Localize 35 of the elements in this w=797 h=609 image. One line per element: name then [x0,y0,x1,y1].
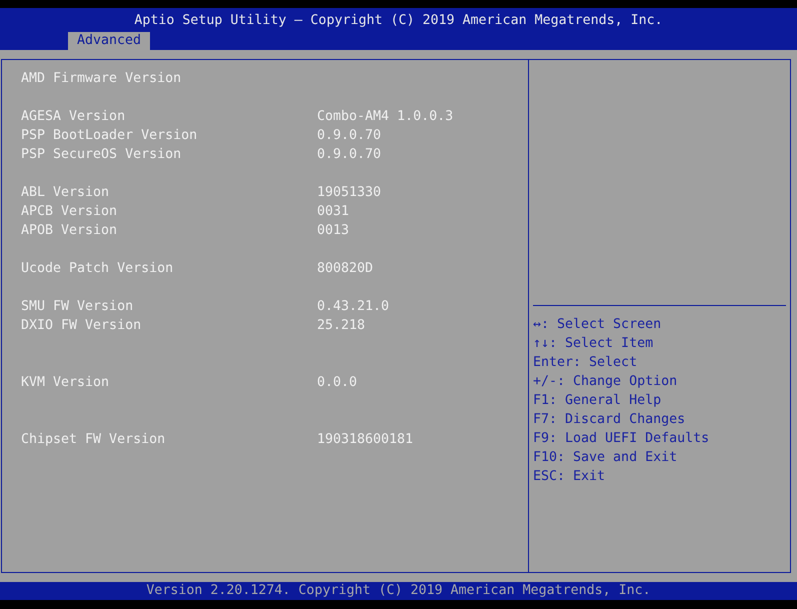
tab[interactable]: Advanced [68,32,150,50]
setting-label: ABL Version [21,184,110,202]
help-text: F10: Save and Exit [533,449,678,467]
setting-value: 19051330 [317,184,382,202]
help-text: F9: Load UEFI Defaults [533,430,710,448]
setting-value: 0.43.21.0 [317,298,390,316]
setting-label: KVM Version [21,374,110,392]
setting-label: Ucode Patch Version [21,260,174,278]
setting-value: 0031 [317,203,350,221]
setting-label: APCB Version [21,203,118,221]
window-title: Aptio Setup Utility – Copyright (C) 2019 American Megatrends, Inc. [134,12,663,30]
setting-value: 190318600181 [317,431,414,449]
setting-value: 0013 [317,222,350,240]
help-text: Enter: Select [533,354,638,372]
status-text: Version 2.20.1274. Copyright (C) 2019 American Megatrends, Inc. [146,582,651,600]
setting-value: 25.218 [317,317,366,335]
help-text: ↔: Select Screen [533,316,662,334]
help-text: ↑↓: Select Item [533,335,654,353]
setting-label: Chipset FW Version [21,431,166,449]
setting-value: 0.0.0 [317,374,358,392]
setting-label: APOB Version [21,222,118,240]
section-title: AMD Firmware Version [21,70,182,88]
help-text: F1: General Help [533,392,662,410]
setting-label: AGESA Version [21,108,126,126]
setting-label: SMU FW Version [21,298,134,316]
setting-value: 0.9.0.70 [317,127,382,145]
setting-value: Combo-AM4 1.0.0.3 [317,108,454,126]
setting-label: PSP BootLoader Version [21,127,198,145]
setting-label: PSP SecureOS Version [21,146,182,164]
help-text: F7: Discard Changes [533,411,686,429]
setting-value: 0.9.0.70 [317,146,382,164]
help-text: +/-: Change Option [533,373,678,391]
setting-value: 800820D [317,260,374,278]
help-text: ESC: Exit [533,468,606,486]
setting-label: DXIO FW Version [21,317,142,335]
